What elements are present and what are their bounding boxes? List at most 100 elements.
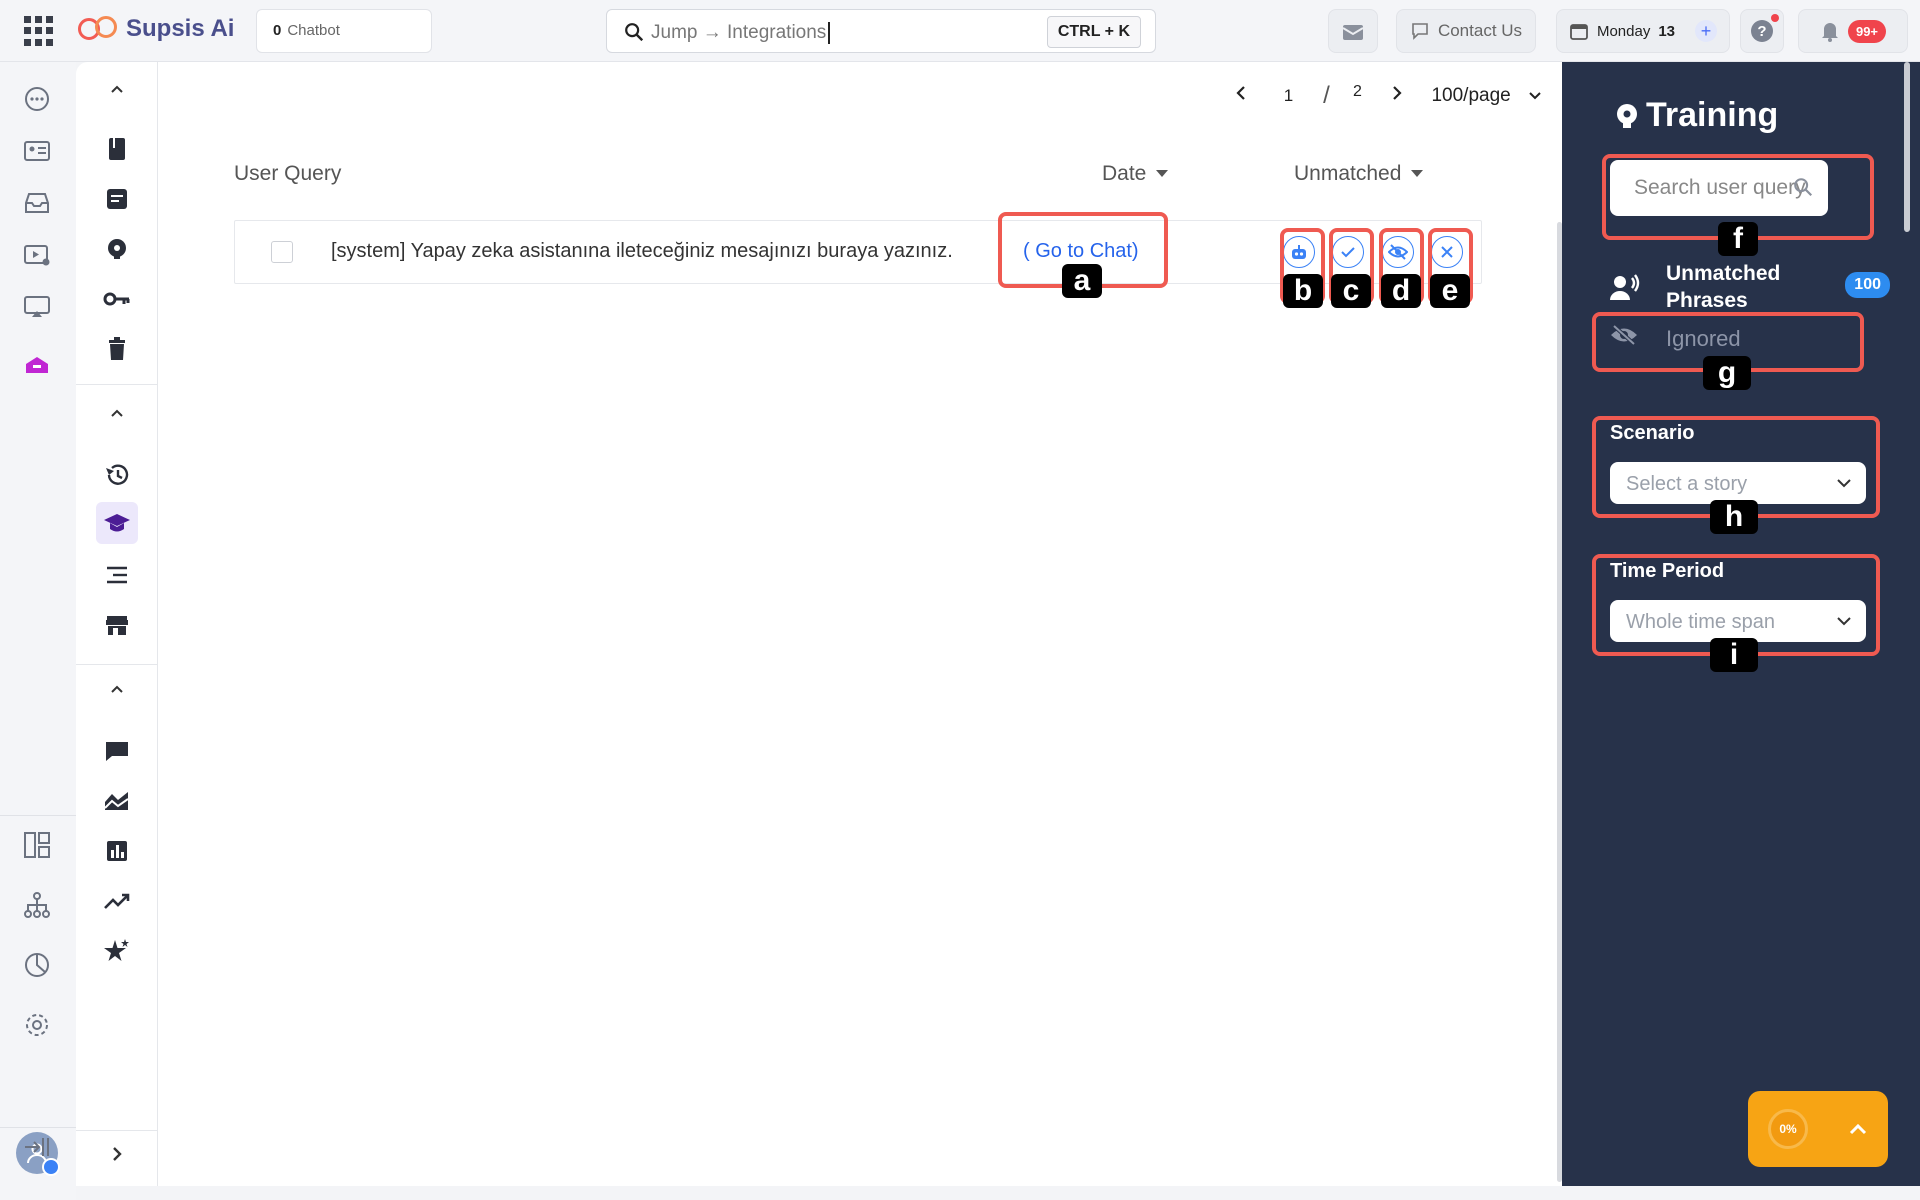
rail-divider	[0, 815, 76, 816]
messages-icon[interactable]	[20, 82, 54, 116]
column-header-date[interactable]: Date	[1102, 162, 1169, 186]
day-label: Monday	[1596, 22, 1651, 40]
contact-us-label: Contact Us	[1437, 21, 1523, 40]
annotation-label-c: c	[1331, 274, 1371, 308]
chat-bubble-icon	[1412, 23, 1428, 40]
ai-brain-icon	[1617, 103, 1637, 128]
app-name: Supsis Ai	[126, 15, 235, 42]
annotation-label-i: i	[1710, 638, 1758, 672]
annotation-label-d: d	[1381, 274, 1421, 308]
chevron-up-icon[interactable]	[106, 678, 128, 700]
chatbot-selector[interactable]: 0 Chatbot	[256, 9, 432, 53]
screen-share-icon[interactable]	[20, 290, 54, 324]
storefront-icon[interactable]	[96, 604, 138, 646]
notifications-button[interactable]: 99+	[1798, 9, 1908, 53]
inbox-button[interactable]	[1328, 9, 1378, 53]
annotation-label-a: a	[1062, 264, 1102, 298]
unmatched-phrases-item[interactable]: Unmatched Phrases 100	[1610, 260, 1890, 312]
column-header-status[interactable]: Unmatched	[1294, 162, 1424, 186]
column-header-query: User Query	[234, 162, 342, 185]
book-icon[interactable]	[96, 128, 138, 170]
jump-search[interactable]: Jump → Integrations CTRL + K	[606, 9, 1156, 53]
contact-us-button[interactable]: Contact Us	[1396, 9, 1536, 53]
apps-grid-icon[interactable]	[24, 16, 54, 46]
chevron-up-icon[interactable]	[106, 402, 128, 424]
chevron-right-icon[interactable]	[106, 1143, 128, 1165]
caret-down-icon	[1411, 170, 1424, 177]
annotation-label-g: g	[1703, 356, 1751, 390]
annotation-label-f: f	[1718, 222, 1758, 256]
page-size-value: 100/page	[1431, 85, 1511, 106]
annotation-label-h: h	[1710, 500, 1758, 534]
list-indent-icon[interactable]	[96, 554, 138, 596]
training-cap-icon[interactable]	[96, 502, 138, 544]
key-icon[interactable]	[96, 278, 138, 320]
date-column-label: Date	[1102, 162, 1147, 185]
nav-divider	[76, 384, 158, 385]
chevron-down-icon	[1529, 92, 1541, 100]
progress-widget[interactable]: 0%	[1748, 1091, 1888, 1167]
bar-chart-icon[interactable]	[96, 830, 138, 872]
stars-icon[interactable]	[96, 930, 138, 972]
day-number: 13	[1658, 22, 1676, 40]
chevron-up-icon[interactable]	[106, 78, 128, 100]
trending-up-icon[interactable]	[96, 880, 138, 922]
calendar-icon	[1570, 24, 1588, 40]
prev-page-icon[interactable]	[1221, 85, 1261, 107]
area-chart-icon[interactable]	[96, 780, 138, 822]
page-separator: /	[1323, 82, 1330, 109]
add-icon[interactable]: +	[1695, 20, 1718, 42]
chatbot-count: 0	[273, 22, 282, 39]
row-checkbox[interactable]	[271, 241, 293, 263]
media-settings-icon[interactable]	[20, 238, 54, 272]
panel-scrollbar[interactable]	[1904, 62, 1910, 232]
app-logo[interactable]: Supsis Ai	[78, 14, 234, 44]
nav-divider	[76, 664, 158, 665]
top-bar: Supsis Ai 0 Chatbot Jump → Integrations C…	[0, 0, 1920, 62]
ai-brain-icon[interactable]	[96, 228, 138, 270]
calendar-button[interactable]: Monday 13 +	[1556, 9, 1730, 53]
pagination: 1 / 2 100/page	[1221, 82, 1542, 110]
help-button[interactable]: ?	[1740, 9, 1784, 53]
chat-square-icon[interactable]	[96, 730, 138, 772]
collapse-sidebar-icon[interactable]	[20, 1130, 54, 1164]
store-active-icon[interactable]	[20, 348, 54, 382]
settings-gear-icon[interactable]	[20, 1008, 54, 1042]
panel-title: Training	[1614, 96, 1778, 135]
history-icon[interactable]	[96, 454, 138, 496]
rail-divider-bottom	[0, 1127, 76, 1128]
secondary-nav	[76, 62, 158, 1186]
nav-divider	[76, 1130, 158, 1131]
current-page-input[interactable]: 1	[1261, 86, 1315, 106]
unmatched-phrases-label: Unmatched Phrases	[1666, 262, 1781, 312]
annotation-label-b: b	[1283, 274, 1323, 308]
hierarchy-icon[interactable]	[20, 888, 54, 922]
search-icon	[625, 23, 644, 42]
panel-title-text: Training	[1646, 96, 1779, 134]
jump-search-input[interactable]: Jump → Integrations	[651, 22, 831, 44]
pie-chart-icon[interactable]	[20, 948, 54, 982]
logo-mark-icon	[78, 14, 120, 44]
contacts-card-icon[interactable]	[20, 134, 54, 168]
mail-icon	[1342, 25, 1364, 40]
layout-panels-icon[interactable]	[20, 828, 54, 862]
next-page-icon[interactable]	[1377, 85, 1417, 107]
total-pages: 2	[1353, 83, 1362, 100]
row-query-text: [system] Yapay zeka asistanına ileteceği…	[331, 240, 953, 262]
bell-icon	[1821, 23, 1838, 42]
unmatched-count-badge: 100	[1845, 272, 1890, 298]
help-icon: ?	[1751, 14, 1779, 42]
chevron-up-icon[interactable]	[1848, 1122, 1868, 1136]
trash-icon[interactable]	[96, 328, 138, 370]
shortcut-hint: CTRL + K	[1046, 16, 1141, 48]
primary-nav	[0, 62, 76, 1200]
progress-ring: 0%	[1768, 1109, 1808, 1149]
caret-down-icon	[1156, 170, 1169, 177]
status-column-label: Unmatched	[1294, 162, 1402, 185]
page-size-select[interactable]: 100/page	[1431, 85, 1542, 107]
speaking-person-icon	[1610, 274, 1640, 300]
chatbot-label: Chatbot	[287, 22, 340, 39]
notification-badge: 99+	[1847, 19, 1887, 43]
document-icon[interactable]	[96, 178, 138, 220]
inbox-tray-icon[interactable]	[20, 186, 54, 220]
